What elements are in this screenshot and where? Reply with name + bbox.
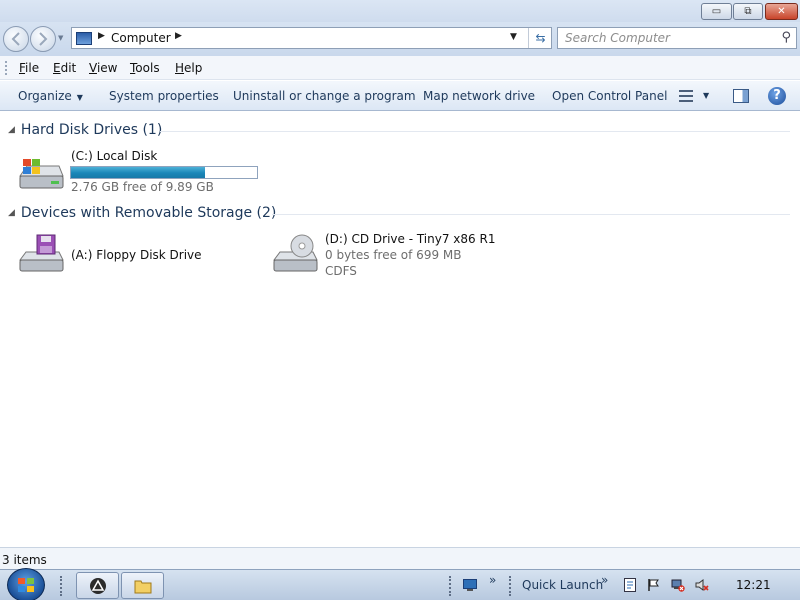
taskbar-explorer-button[interactable]: [121, 572, 164, 599]
forward-button[interactable]: [30, 26, 56, 52]
back-button[interactable]: [3, 26, 29, 52]
group-divider: [160, 131, 790, 132]
drive-free-space: 0 bytes free of 699 MB: [325, 248, 462, 262]
group-header-removable[interactable]: ◢ Devices with Removable Storage (2): [8, 205, 276, 221]
computer-icon: [76, 32, 92, 45]
menu-grip: [5, 61, 8, 75]
menu-file[interactable]: File: [19, 61, 39, 75]
address-bar[interactable]: ▶ Computer ▶ ▼ ⇆: [71, 27, 552, 49]
command-bar: Organize ▼ System properties Uninstall or…: [0, 81, 800, 111]
change-view-icon[interactable]: [679, 89, 693, 103]
breadcrumb-arrow-icon[interactable]: ▶: [98, 31, 105, 41]
drive-name: (C:) Local Disk: [71, 149, 158, 163]
quick-launch-toolbar-chevron[interactable]: »: [601, 573, 608, 587]
drive-file-system: CDFS: [325, 264, 357, 278]
open-control-panel-button[interactable]: Open Control Panel: [552, 89, 667, 103]
menu-view[interactable]: View: [89, 61, 117, 75]
address-row: ▼ ▶ Computer ▶ ▼ ⇆ ⚲: [0, 22, 800, 56]
disk-usage-fill: [71, 167, 205, 178]
taskbar-app-button[interactable]: [76, 572, 119, 599]
group-title: Hard Disk Drives (1): [20, 122, 163, 138]
cd-drive-icon: [273, 234, 318, 272]
volume-muted-icon[interactable]: [695, 578, 709, 592]
group-header-hard-disk[interactable]: ◢ Hard Disk Drives (1): [8, 122, 162, 138]
app-icon: [89, 577, 106, 594]
chevron-down-icon: ▼: [76, 93, 83, 102]
menu-help[interactable]: Help: [175, 61, 202, 75]
collapse-icon[interactable]: ◢: [8, 208, 15, 218]
item-count: 3 items: [2, 553, 47, 567]
drive-name: (A:) Floppy Disk Drive: [71, 248, 202, 262]
drive-name: (D:) CD Drive - Tiny7 x86 R1: [325, 232, 496, 246]
taskbar: » Quick Launch » 12:21: [0, 568, 800, 600]
uninstall-program-button[interactable]: Uninstall or change a program: [233, 89, 416, 103]
start-button[interactable]: [7, 568, 45, 600]
quick-launch-chevron[interactable]: »: [489, 573, 496, 587]
minimize-icon: ▭: [711, 6, 722, 17]
close-button[interactable]: ✕: [765, 3, 798, 20]
windows-logo-icon: [18, 578, 35, 593]
menu-bar: File Edit View Tools Help: [0, 56, 800, 80]
back-arrow-icon: [11, 32, 20, 46]
taskbar-grip[interactable]: [509, 576, 513, 596]
taskbar-grip[interactable]: [449, 576, 453, 596]
floppy-drive-icon: [19, 234, 64, 272]
group-divider: [272, 214, 790, 215]
drive-item-d[interactable]: (D:) CD Drive - Tiny7 x86 R1 0 bytes fre…: [271, 232, 495, 284]
group-title: Devices with Removable Storage (2): [20, 205, 277, 221]
help-icon[interactable]: ?: [768, 87, 786, 105]
title-bar: ▭ ⧉ ✕: [0, 0, 800, 22]
breadcrumb-computer[interactable]: Computer: [111, 31, 171, 45]
breadcrumb-arrow-icon[interactable]: ▶: [175, 31, 182, 41]
maximize-button[interactable]: ⧉: [733, 3, 763, 20]
minimize-button[interactable]: ▭: [701, 3, 732, 20]
status-bar: 3 items: [0, 547, 800, 569]
preview-pane-icon[interactable]: [733, 89, 749, 103]
show-desktop-icon[interactable]: [463, 578, 477, 592]
menu-tools[interactable]: Tools: [130, 61, 160, 75]
drive-item-c[interactable]: (C:) Local Disk 2.76 GB free of 9.89 GB: [17, 149, 267, 198]
hard-drive-icon: [19, 159, 64, 189]
clock[interactable]: 12:21: [736, 578, 771, 592]
refresh-icon: ⇆: [535, 31, 546, 45]
recent-pages-dropdown-icon[interactable]: ▼: [58, 34, 63, 42]
network-disconnected-icon[interactable]: [671, 578, 685, 592]
search-input[interactable]: [558, 28, 758, 48]
menu-edit[interactable]: Edit: [53, 61, 76, 75]
system-properties-button[interactable]: System properties: [109, 89, 219, 103]
restore-icon: ⧉: [744, 6, 752, 17]
drive-item-a[interactable]: (A:) Floppy Disk Drive: [17, 234, 217, 278]
file-list-pane[interactable]: ◢ Hard Disk Drives (1) (C:) Local Disk 2…: [0, 112, 800, 571]
forward-arrow-icon: [39, 32, 48, 46]
map-network-drive-button[interactable]: Map network drive: [423, 89, 535, 103]
folder-icon: [134, 580, 151, 593]
search-icon[interactable]: ⚲: [781, 30, 791, 45]
action-center-flag-icon[interactable]: [647, 578, 661, 592]
refresh-button[interactable]: ⇆: [528, 28, 552, 48]
close-icon: ✕: [777, 6, 786, 17]
disk-usage-bar: [70, 166, 258, 179]
organize-button[interactable]: Organize ▼: [18, 89, 83, 103]
notepad-icon[interactable]: [623, 578, 637, 592]
quick-launch-label[interactable]: Quick Launch: [522, 578, 603, 592]
search-box[interactable]: ⚲: [557, 27, 797, 49]
taskbar-grip[interactable]: [60, 576, 64, 596]
collapse-icon[interactable]: ◢: [8, 125, 15, 135]
view-options-dropdown-icon[interactable]: ▼: [703, 91, 709, 100]
address-dropdown-icon[interactable]: ▼: [510, 32, 517, 42]
drive-free-space: 2.76 GB free of 9.89 GB: [71, 180, 214, 194]
